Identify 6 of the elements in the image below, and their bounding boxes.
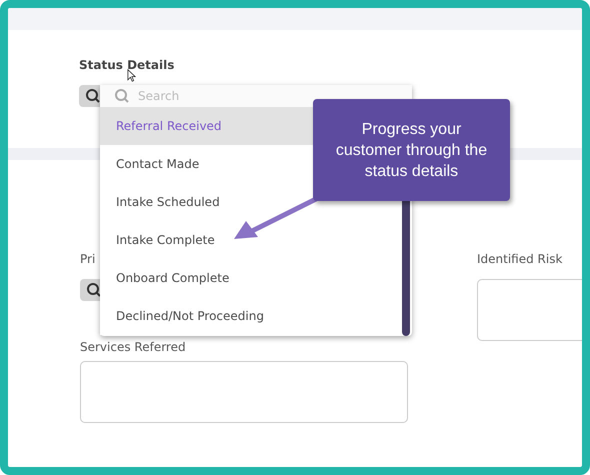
field-label: Pri — [80, 252, 96, 267]
field-label: Identified Risk — [477, 252, 562, 267]
field-label: Services Referred — [80, 340, 186, 355]
search-placeholder: Search — [138, 89, 180, 103]
field-label: Status Details — [79, 58, 174, 73]
tooltip: Progress your customer through the status details — [313, 99, 510, 201]
